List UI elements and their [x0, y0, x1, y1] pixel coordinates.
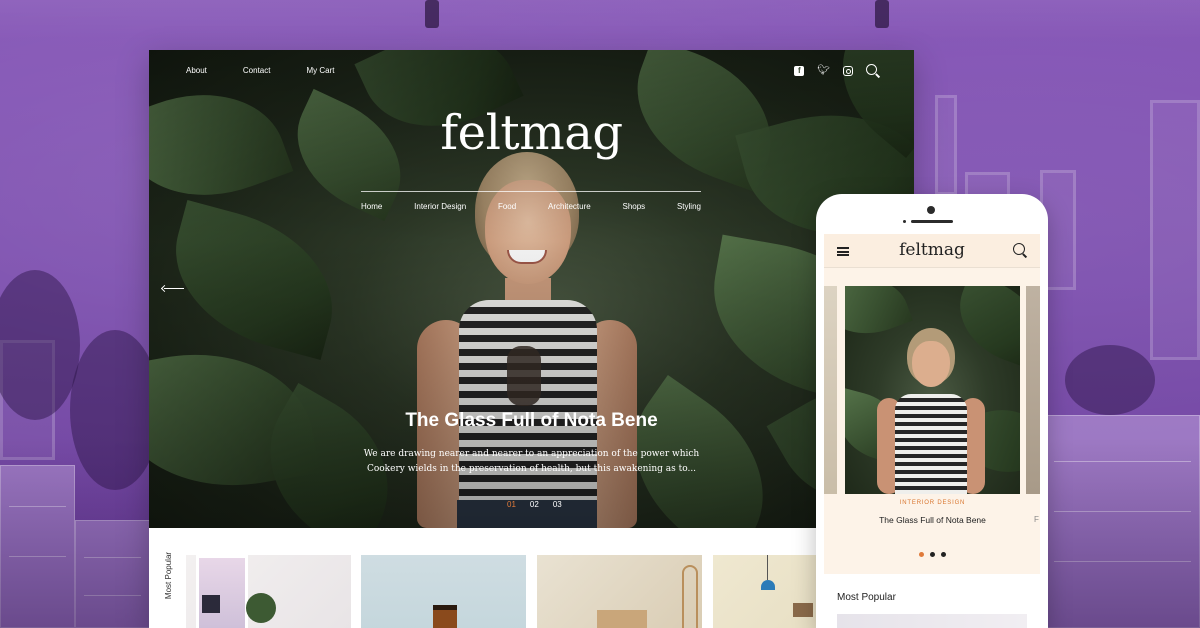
plant	[0, 270, 80, 420]
most-popular-section-label: Most Popular	[163, 551, 177, 605]
slider-pagination: 01 02 03	[507, 500, 562, 509]
mobile-slide-prev-peek[interactable]	[824, 286, 837, 494]
mobile-most-popular-heading: Most Popular	[837, 592, 896, 603]
slider-dot-3[interactable]	[940, 552, 946, 557]
phone-screen: feltmag INTERIOR DESIGN The Glass Full o…	[824, 234, 1040, 628]
most-popular-label: Most Popular	[164, 551, 174, 600]
mobile-popular-card[interactable]	[837, 614, 1027, 628]
search-icon[interactable]	[1013, 243, 1028, 258]
pendant-lamp	[761, 580, 775, 590]
nav-contact-link[interactable]: Contact	[243, 66, 271, 75]
slider-page-1[interactable]: 01	[507, 500, 516, 509]
art-shape	[202, 595, 220, 613]
wall-picture-frame	[1150, 100, 1200, 360]
phone-speaker	[911, 220, 953, 223]
mobile-logo[interactable]: feltmag	[824, 240, 1040, 260]
top-nav: About Contact My Cart	[186, 66, 370, 75]
nav-about-link[interactable]: About	[186, 66, 207, 75]
phone-camera	[927, 206, 935, 214]
category-interior-design-link[interactable]: Interior Design	[414, 202, 466, 211]
phone-sensor	[903, 220, 906, 223]
ceiling-lamp	[425, 0, 439, 28]
popular-post-thumbnail[interactable]	[361, 555, 526, 628]
slider-prev-arrow-icon[interactable]	[162, 286, 184, 290]
ceiling	[0, 0, 1200, 40]
plant	[246, 593, 276, 623]
slider-dot-2[interactable]	[929, 552, 935, 557]
wall-picture-frame	[935, 95, 957, 195]
hero-slider: About Contact My Cart f 🐦︎ feltmag Home …	[149, 50, 914, 528]
slider-page-3[interactable]: 03	[553, 500, 562, 509]
plant	[1065, 345, 1155, 415]
hero-description: We are drawing nearer and nearer to an a…	[363, 449, 700, 474]
furniture	[597, 610, 647, 628]
logo-divider	[361, 191, 701, 192]
mobile-site-mockup: feltmag INTERIOR DESIGN The Glass Full o…	[816, 194, 1048, 628]
hero-title[interactable]: The Glass Full of Nota Bene	[149, 410, 914, 432]
candle-lid	[433, 605, 457, 610]
instagram-icon[interactable]	[843, 66, 853, 76]
mobile-slide-title[interactable]: The Glass Full of Nota Bene	[845, 515, 1020, 525]
mobile-slide-photo[interactable]	[845, 286, 1020, 494]
popular-post-thumbnail[interactable]	[186, 555, 351, 628]
desktop-site-mockup: About Contact My Cart f 🐦︎ feltmag Home …	[149, 50, 914, 628]
facebook-icon[interactable]: f	[794, 66, 805, 76]
nav-my-cart-link[interactable]: My Cart	[306, 66, 334, 75]
art-print	[196, 555, 248, 628]
candle-jar	[433, 607, 457, 628]
twitter-icon[interactable]: 🐦︎	[817, 65, 830, 77]
mobile-slide-category[interactable]: INTERIOR DESIGN	[845, 500, 1020, 506]
category-home-link[interactable]: Home	[361, 202, 382, 211]
mobile-header: feltmag	[824, 234, 1040, 268]
lamp-cord	[767, 555, 768, 580]
search-icon[interactable]	[866, 64, 880, 78]
popular-post-thumbnail[interactable]	[537, 555, 702, 628]
mobile-slide-next-peek[interactable]	[1026, 286, 1040, 494]
category-architecture-link[interactable]: Architecture	[548, 202, 591, 211]
site-logo[interactable]: feltmag	[149, 105, 914, 161]
mobile-slider-dots	[824, 552, 1040, 557]
mobile-next-slide-title-peek: F	[1034, 515, 1039, 524]
social-icons: f 🐦︎	[794, 64, 880, 78]
slider-dot-1[interactable]	[918, 552, 924, 557]
category-shops-link[interactable]: Shops	[622, 202, 645, 211]
slider-page-2[interactable]: 02	[530, 500, 539, 509]
mirror	[682, 565, 698, 628]
category-nav: Home Interior Design Food Architecture S…	[361, 202, 701, 211]
category-food-link[interactable]: Food	[498, 202, 516, 211]
ceiling-lamp	[875, 0, 889, 28]
shelf-item	[793, 603, 813, 617]
category-styling-link[interactable]: Styling	[677, 202, 701, 211]
